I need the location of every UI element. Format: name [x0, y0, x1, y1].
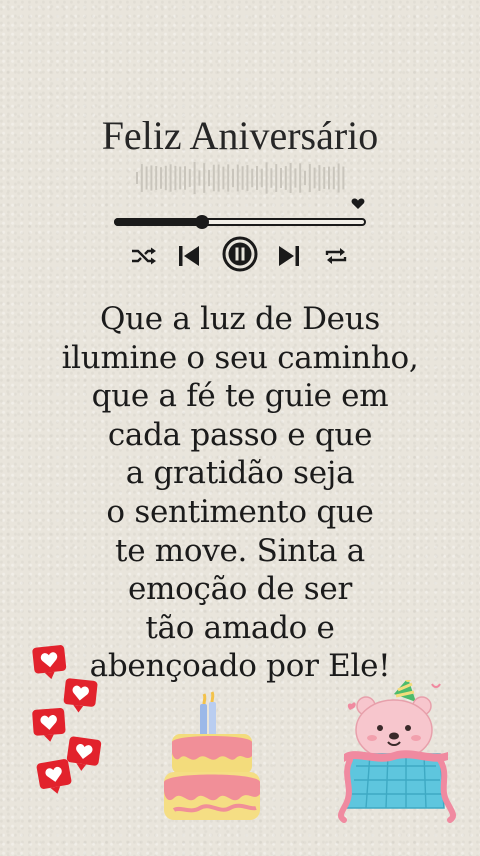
waveform-bar: [208, 169, 210, 187]
waveform-bar: [275, 164, 278, 192]
waveform-bar: [222, 166, 225, 190]
waveform-bar: [184, 166, 186, 190]
waveform-bar: [160, 167, 162, 189]
pause-icon[interactable]: [222, 236, 258, 272]
heart-bubble-icon: [36, 759, 72, 794]
waveform-bar: [155, 166, 158, 190]
waveform-bar: [236, 164, 239, 192]
waveform-bar: [246, 165, 249, 191]
waveform-bar: [260, 168, 263, 188]
heart-bubble-icon: [32, 645, 67, 680]
waveform-bar: [174, 165, 177, 191]
message-line: a gratidão seja: [125, 455, 355, 492]
party-bear-gift-icon: [337, 680, 457, 823]
heart-icon[interactable]: [351, 198, 365, 210]
waveform-bar: [332, 166, 335, 190]
waveform-bar: [145, 166, 148, 190]
waveform-bar: [313, 167, 316, 189]
waveform-bar: [232, 168, 234, 188]
waveform-bar: [256, 166, 258, 190]
message-line: cada passo e que: [107, 416, 373, 453]
waveform-bar: [270, 168, 273, 188]
waveform-bar: [304, 170, 306, 186]
waveform-bar: [308, 164, 311, 192]
waveform-bar: [328, 166, 330, 190]
waveform-bar: [169, 164, 172, 192]
birthday-message: Que a luz de Deus ilumine o seu caminho,…: [0, 300, 480, 686]
heart-bubble-icon: [66, 736, 102, 771]
waveform-bar: [318, 165, 321, 191]
waveform-bar: [299, 163, 302, 193]
waveform-bar: [280, 167, 282, 189]
heart-bubble-icon: [32, 708, 66, 742]
waveform-bar: [203, 163, 206, 193]
heart-notification-icons: [32, 645, 102, 794]
waveform-bar: [217, 164, 220, 192]
waveform-bar: [227, 164, 230, 192]
waveform-bar: [136, 172, 138, 184]
progress-bar[interactable]: [114, 215, 366, 229]
card-title: Feliz Aniversário: [101, 113, 379, 158]
message-line: que a fé te guie em: [91, 378, 389, 415]
audio-waveform: [136, 162, 345, 194]
previous-icon[interactable]: [178, 244, 200, 268]
waveform-bar: [193, 162, 196, 194]
message-line: ilumine o seu caminho,: [61, 339, 419, 376]
message-line: emoção de ser: [128, 571, 352, 608]
birthday-cake-icon: [164, 691, 260, 820]
next-icon[interactable]: [278, 244, 300, 268]
heart-bubble-icon: [63, 678, 98, 713]
player-controls: [126, 236, 358, 276]
waveform-bar: [188, 169, 191, 187]
waveform-bar: [241, 166, 244, 190]
waveform-bar: [251, 168, 254, 188]
waveform-bar: [284, 166, 287, 190]
waveform-bar: [294, 168, 297, 188]
waveform-bar: [265, 162, 268, 194]
progress-knob[interactable]: [195, 215, 210, 229]
waveform-bar: [323, 167, 326, 189]
message-line: o sentimento que: [106, 493, 374, 530]
progress-fill: [114, 218, 203, 226]
waveform-bar: [342, 166, 345, 190]
waveform-bar: [337, 163, 340, 193]
waveform-bar: [150, 165, 153, 191]
waveform-bar: [198, 170, 201, 186]
waveform-bar: [140, 164, 143, 192]
waveform-bar: [289, 162, 292, 194]
waveform-bar: [164, 165, 167, 191]
waveform-bar: [212, 164, 215, 192]
waveform-bar: [179, 166, 182, 190]
message-line: te move. Sinta a: [115, 532, 365, 569]
shuffle-icon[interactable]: [130, 246, 158, 266]
repeat-icon[interactable]: [324, 246, 348, 266]
message-line: Que a luz de Deus: [99, 301, 380, 337]
